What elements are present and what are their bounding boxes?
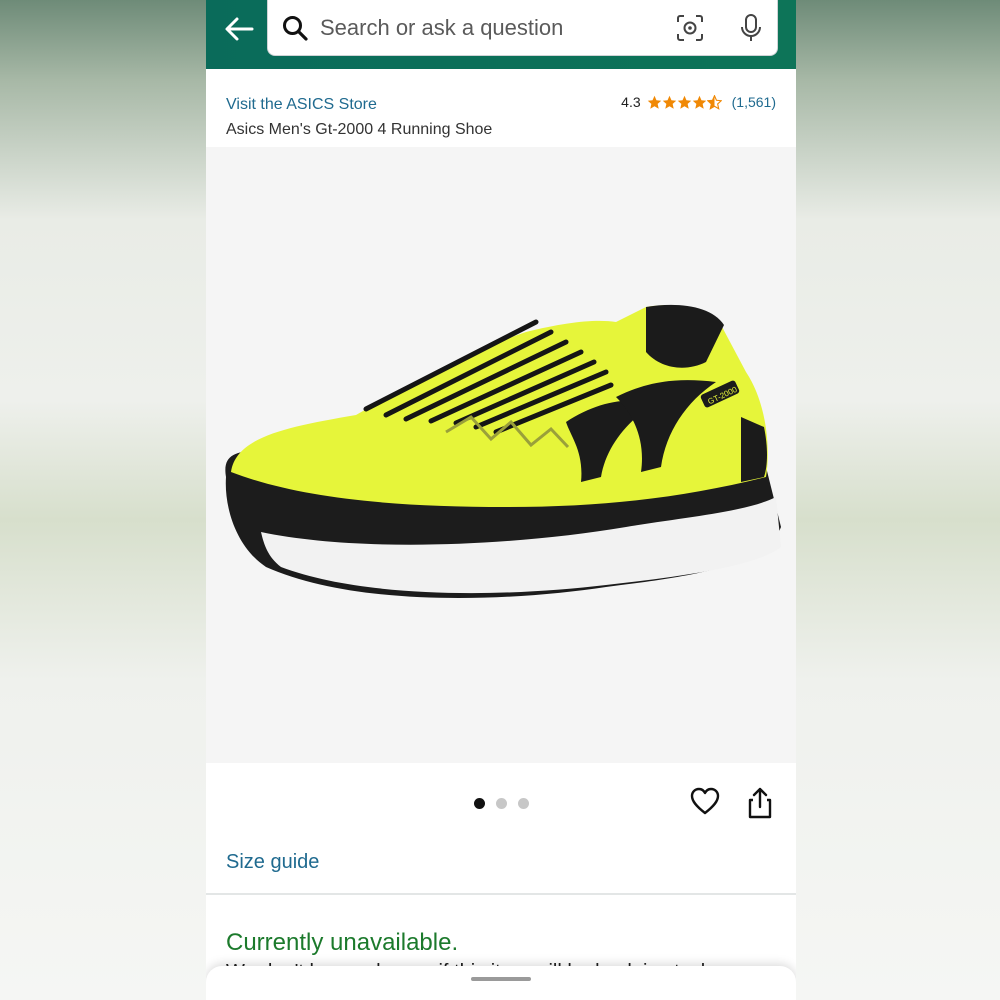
star-icon	[692, 95, 706, 109]
size-guide-link[interactable]: Size guide	[226, 851, 319, 874]
rating-value: 4.3	[621, 94, 641, 110]
star-half-icon	[706, 94, 722, 110]
camera-lens-icon[interactable]	[676, 14, 704, 42]
product-header: Visit the ASICS Store Asics Men's Gt-200…	[206, 69, 796, 147]
microphone-icon[interactable]	[737, 13, 765, 43]
availability-status: Currently unavailable.	[226, 929, 459, 956]
gallery-dot-2[interactable]	[496, 798, 507, 809]
star-icon	[677, 95, 691, 109]
rating[interactable]: 4.3 (1,561)	[621, 94, 776, 110]
gallery-controls	[206, 763, 796, 845]
search-icon	[283, 16, 308, 41]
star-rating	[647, 94, 722, 110]
backdrop-left	[0, 0, 206, 1000]
product-image-shoe: GT-2000	[225, 304, 781, 599]
top-bar	[206, 0, 796, 69]
product-image-gallery[interactable]: GT-2000	[206, 147, 796, 763]
star-icon	[662, 95, 676, 109]
backdrop-right	[796, 0, 1000, 1000]
back-arrow-icon	[225, 17, 254, 41]
star-icon	[647, 95, 661, 109]
search-bar[interactable]	[267, 0, 778, 56]
back-button[interactable]	[222, 12, 256, 46]
gallery-dot-3[interactable]	[518, 798, 529, 809]
divider	[206, 893, 796, 895]
share-icon[interactable]	[747, 787, 773, 819]
store-link[interactable]: Visit the ASICS Store	[226, 96, 377, 114]
heart-icon[interactable]	[690, 787, 720, 817]
search-input[interactable]	[320, 12, 650, 44]
review-count[interactable]: (1,561)	[732, 94, 776, 110]
phone-screen: Visit the ASICS Store Asics Men's Gt-200…	[206, 0, 796, 1000]
sheet-handle[interactable]	[471, 977, 531, 981]
product-title: Asics Men's Gt-2000 4 Running Shoe	[226, 121, 493, 138]
bottom-sheet[interactable]	[206, 966, 796, 1000]
gallery-dot-1[interactable]	[474, 798, 485, 809]
